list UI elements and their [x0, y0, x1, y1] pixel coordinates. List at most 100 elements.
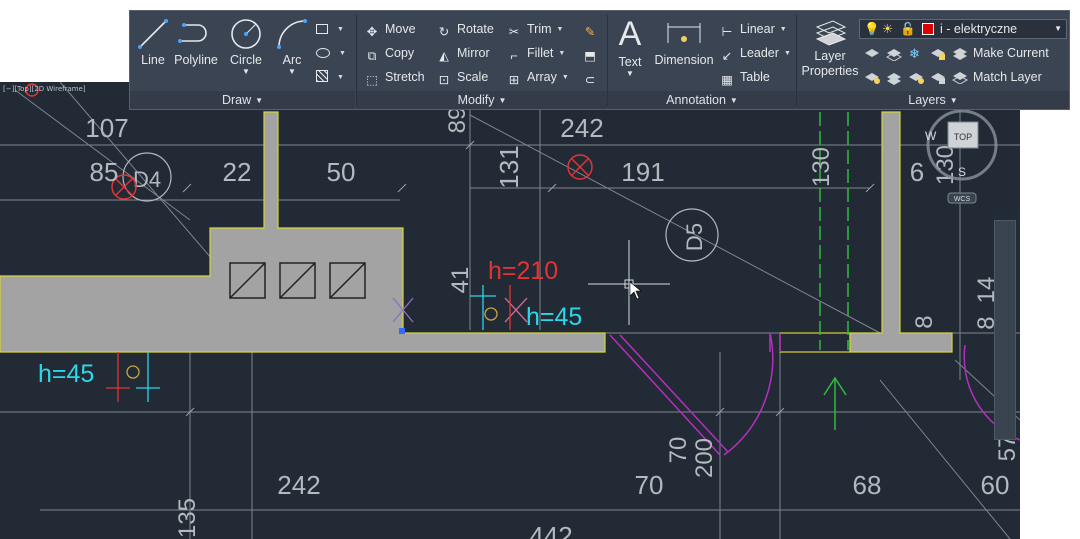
dim-68: 68 [853, 470, 882, 500]
drawing-viewport[interactable]: D4 D5 107 85 22 50 242 191 131 89 41 130… [0, 82, 1020, 539]
layer-on-icon[interactable] [863, 69, 881, 85]
trim-tool[interactable]: ✂ Trim ▼ [505, 19, 564, 39]
layer-lock-icon[interactable] [929, 45, 947, 61]
height-label-45-left: h=45 [38, 360, 94, 388]
array-tool[interactable]: ⊞ Array ▼ [505, 67, 569, 87]
circle-dropdown-arrow[interactable]: ▼ [226, 67, 266, 76]
text-tool[interactable]: A Text ▼ [612, 15, 648, 78]
hatch-tool[interactable]: ▼ [316, 67, 344, 87]
dim-70: 70 [635, 470, 664, 500]
dim-242-top: 242 [560, 113, 603, 143]
circle-tool[interactable]: Circle ▼ [226, 17, 266, 76]
dim-135: 135 [174, 498, 201, 538]
modify-panel-title[interactable]: Modify ▼ [357, 91, 607, 109]
offset-icon: ⊂ [584, 73, 596, 87]
viewport-controls-label[interactable]: [−][Top][2D Wireframe] [3, 85, 86, 93]
crosshair-cursor [588, 240, 670, 325]
scale-tool[interactable]: ⊡ Scale [435, 67, 489, 87]
erase-tool[interactable]: ✎ [581, 19, 603, 39]
rectangle-icon [316, 24, 328, 34]
layer-dropdown-arrow: ▼ [1054, 24, 1062, 33]
navigation-bar[interactable] [994, 220, 1016, 440]
explode-tool[interactable]: ⬒ [581, 43, 603, 63]
layer-unisolate-icon[interactable] [885, 69, 903, 85]
leader-tool[interactable]: ↙ Leader ▼ [718, 43, 791, 63]
explode-icon: ⬒ [584, 49, 596, 63]
dim-242-bottom: 242 [277, 470, 320, 500]
modify-panel: ✥ Move ⧉ Copy ⬚ Stretch ↻ Rotate ◭ Mirror ⊡ Sc… [357, 11, 607, 111]
wcs-label: WCS [954, 196, 971, 203]
stretch-tool[interactable]: ⬚ Stretch [363, 67, 425, 87]
polyline-label: Polyline [174, 53, 218, 67]
annotation-panel: A Text ▼ Dimension ⊢ Linear ▼ ↙ Leader ▼ ▦ Ta… [608, 11, 796, 111]
dim-107: 107 [85, 113, 128, 143]
layer-freeze-icon[interactable]: ❄ [907, 45, 925, 61]
draw-panel-title[interactable]: Draw ▼ [130, 91, 355, 109]
layer-properties-button[interactable]: Layer Properties [799, 17, 861, 79]
copy-tool[interactable]: ⧉ Copy [363, 43, 415, 63]
dim-22: 22 [223, 157, 252, 187]
ribbon: Line Polyline Circle ▼ Arc ▼ ▼ ▼ ▼ Draw ▼… [129, 10, 1070, 110]
layers-panel-title[interactable]: Layers ▼ [797, 91, 1069, 109]
trim-icon: ✂ [508, 25, 520, 39]
fillet-icon: ⌐ [510, 49, 518, 63]
offset-tool[interactable]: ⊂ [581, 67, 603, 87]
mirror-icon: ◭ [439, 49, 449, 63]
layers-panel: Layer Properties 💡 ☀ 🔓 i - elektryczne ▼… [797, 11, 1069, 111]
unlock-icon: 🔓 [900, 22, 916, 36]
layer-dropdown[interactable]: 💡 ☀ 🔓 i - elektryczne ▼ [859, 19, 1067, 39]
polyline-icon [178, 23, 207, 43]
layer-isolate-icon[interactable] [885, 45, 903, 62]
arc-dropdown-arrow[interactable]: ▼ [274, 67, 310, 76]
linear-dimension-icon: ⊢ [721, 25, 733, 39]
annotation-panel-title[interactable]: Annotation ▼ [608, 91, 796, 109]
current-layer-name: i - elektryczne [940, 22, 1018, 36]
rectangle-tool[interactable]: ▼ [316, 19, 344, 39]
layer-off-icon[interactable] [863, 45, 881, 61]
ellipse-tool[interactable]: ▼ [316, 43, 346, 63]
layer-thaw-icon[interactable] [907, 69, 925, 85]
dim-191: 191 [621, 157, 664, 187]
make-current-icon [951, 44, 969, 60]
dimension-tool[interactable]: Dimension [652, 17, 716, 67]
dimension-icon [667, 23, 701, 43]
dim-131: 131 [494, 145, 524, 188]
dim-85: 85 [90, 157, 119, 187]
rotate-icon: ↻ [438, 25, 450, 39]
match-layer-button[interactable]: Match Layer [951, 67, 1042, 87]
dim-41: 41 [447, 267, 474, 294]
draw-panel: Line Polyline Circle ▼ Arc ▼ ▼ ▼ ▼ Draw ▼ [130, 11, 355, 111]
stretch-icon: ⬚ [366, 73, 378, 87]
viewcube-south: S [958, 165, 966, 179]
layer-properties-icon [815, 20, 847, 46]
drawing-canvas[interactable]: D4 D5 107 85 22 50 242 191 131 89 41 130… [0, 82, 1020, 539]
rotate-tool[interactable]: ↻ Rotate [435, 19, 494, 39]
dim-8: 8 [911, 315, 938, 328]
svg-text:❄: ❄ [909, 46, 920, 61]
room-tag-d5: D5 [682, 223, 707, 251]
arc-icon [277, 19, 307, 49]
eraser-icon: ✎ [584, 25, 596, 39]
fillet-tool[interactable]: ⌐ Fillet ▼ [505, 43, 565, 63]
height-label-45-mid: h=45 [526, 303, 582, 331]
sun-icon: ☀ [882, 22, 894, 36]
dim-130: 130 [808, 147, 835, 187]
polyline-tool[interactable]: Polyline [172, 17, 220, 67]
dim-6: 6 [910, 157, 924, 187]
hatch-icon [316, 70, 328, 82]
dim-60: 60 [981, 470, 1010, 500]
mirror-tool[interactable]: ◭ Mirror [435, 43, 489, 63]
move-tool[interactable]: ✥ Move [363, 19, 416, 39]
viewcube-top-face: TOP [954, 132, 972, 142]
copy-icon: ⧉ [367, 49, 377, 63]
arc-tool[interactable]: Arc ▼ [274, 17, 310, 76]
make-current-button[interactable]: Make Current [951, 43, 1049, 63]
bulb-icon: 💡 [864, 22, 880, 36]
ellipse-icon [316, 48, 330, 58]
linear-tool[interactable]: ⊢ Linear ▼ [718, 19, 787, 39]
line-tool[interactable]: Line [134, 17, 172, 67]
layer-unlock-icon[interactable] [929, 69, 947, 85]
table-tool[interactable]: ▦ Table [718, 67, 770, 87]
dim-50: 50 [327, 157, 356, 187]
match-layer-icon [951, 68, 969, 85]
